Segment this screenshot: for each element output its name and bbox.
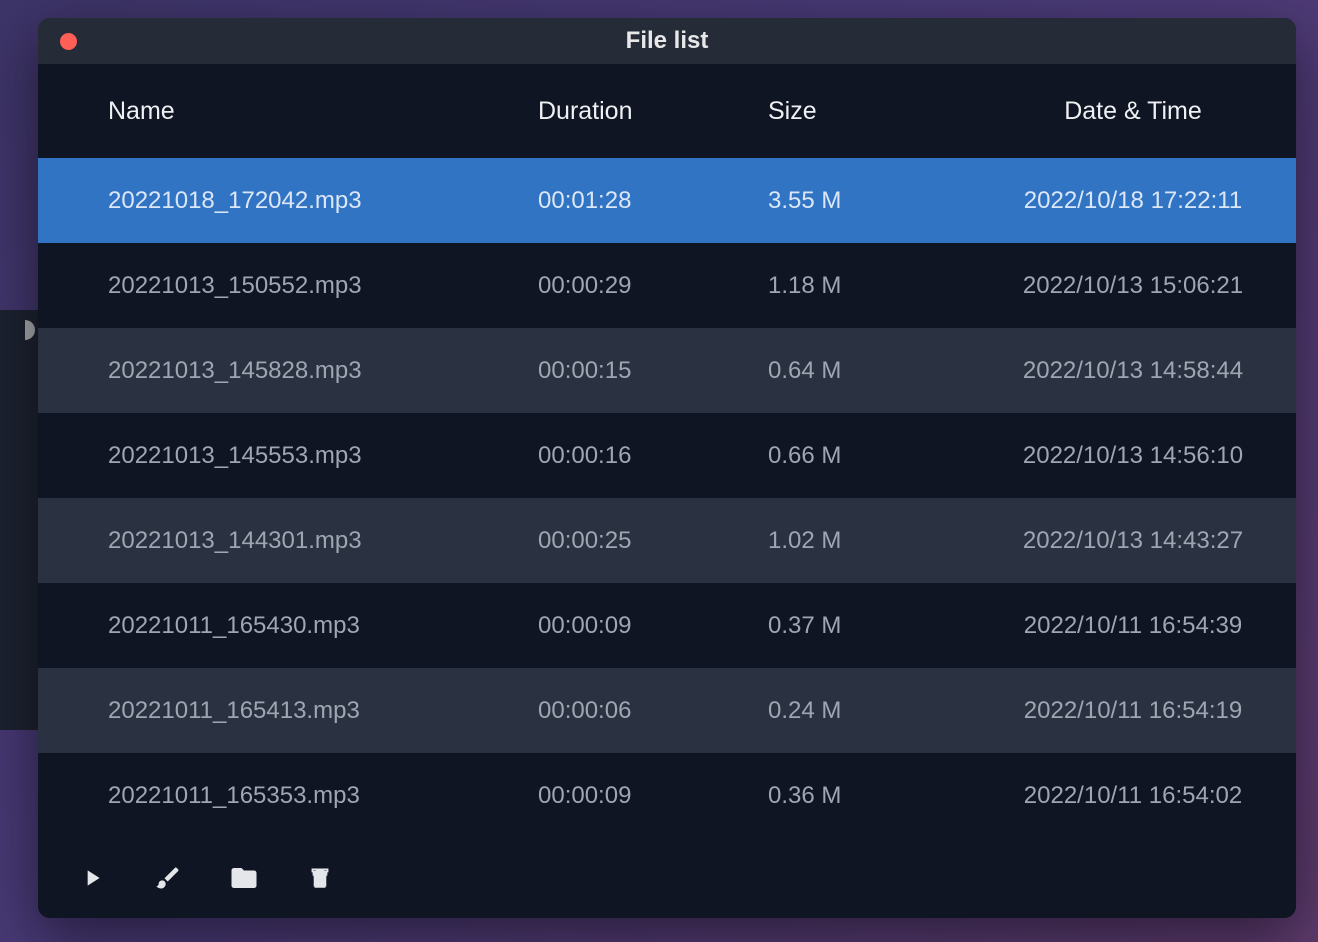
cell-datetime: 2022/10/11 16:54:19 bbox=[998, 697, 1268, 725]
cell-duration: 00:00:09 bbox=[538, 782, 768, 810]
trash-icon bbox=[307, 865, 333, 896]
cell-size: 0.64 M bbox=[768, 357, 998, 385]
table-row[interactable]: 20221011_165413.mp300:00:060.24 M2022/10… bbox=[38, 668, 1296, 753]
cell-duration: 00:00:16 bbox=[538, 442, 768, 470]
table-row[interactable]: 20221013_145553.mp300:00:160.66 M2022/10… bbox=[38, 413, 1296, 498]
cell-duration: 00:00:06 bbox=[538, 697, 768, 725]
cell-name: 20221013_144301.mp3 bbox=[108, 527, 538, 555]
file-list-window: File list Name Duration Size Date & Time… bbox=[38, 18, 1296, 918]
table-row[interactable]: 20221018_172042.mp300:01:283.55 M2022/10… bbox=[38, 158, 1296, 243]
table-body: 20221018_172042.mp300:01:283.55 M2022/10… bbox=[38, 158, 1296, 838]
cell-datetime: 2022/10/13 14:43:27 bbox=[998, 527, 1268, 555]
column-header-name[interactable]: Name bbox=[108, 97, 538, 126]
cell-datetime: 2022/10/11 16:54:02 bbox=[998, 782, 1268, 810]
play-button[interactable] bbox=[74, 862, 110, 898]
column-header-size[interactable]: Size bbox=[768, 97, 998, 126]
cell-datetime: 2022/10/18 17:22:11 bbox=[998, 187, 1268, 215]
cell-name: 20221011_165430.mp3 bbox=[108, 612, 538, 640]
cell-size: 3.55 M bbox=[768, 187, 998, 215]
cell-size: 1.02 M bbox=[768, 527, 998, 555]
cell-datetime: 2022/10/13 14:58:44 bbox=[998, 357, 1268, 385]
cell-datetime: 2022/10/13 15:06:21 bbox=[998, 272, 1268, 300]
delete-button[interactable] bbox=[302, 862, 338, 898]
open-folder-button[interactable] bbox=[226, 862, 262, 898]
cell-duration: 00:00:15 bbox=[538, 357, 768, 385]
table-row[interactable]: 20221013_144301.mp300:00:251.02 M2022/10… bbox=[38, 498, 1296, 583]
cell-size: 1.18 M bbox=[768, 272, 998, 300]
cell-size: 0.36 M bbox=[768, 782, 998, 810]
cell-size: 0.24 M bbox=[768, 697, 998, 725]
cell-name: 20221013_145828.mp3 bbox=[108, 357, 538, 385]
background-window bbox=[0, 310, 40, 730]
cell-datetime: 2022/10/11 16:54:39 bbox=[998, 612, 1268, 640]
cell-duration: 00:00:09 bbox=[538, 612, 768, 640]
window-title: File list bbox=[38, 27, 1296, 55]
cell-size: 0.66 M bbox=[768, 442, 998, 470]
cell-size: 0.37 M bbox=[768, 612, 998, 640]
cell-duration: 00:00:29 bbox=[538, 272, 768, 300]
cell-duration: 00:00:25 bbox=[538, 527, 768, 555]
column-header-datetime[interactable]: Date & Time bbox=[998, 97, 1268, 126]
cell-name: 20221013_145553.mp3 bbox=[108, 442, 538, 470]
toolbar bbox=[38, 842, 1296, 918]
cell-name: 20221018_172042.mp3 bbox=[108, 187, 538, 215]
cell-name: 20221011_165353.mp3 bbox=[108, 782, 538, 810]
folder-icon bbox=[229, 863, 259, 898]
play-icon bbox=[79, 865, 105, 896]
table-row[interactable]: 20221013_150552.mp300:00:291.18 M2022/10… bbox=[38, 243, 1296, 328]
titlebar: File list bbox=[38, 18, 1296, 64]
table-row[interactable]: 20221013_145828.mp300:00:150.64 M2022/10… bbox=[38, 328, 1296, 413]
edit-button[interactable] bbox=[150, 862, 186, 898]
table-row[interactable]: 20221011_165430.mp300:00:090.37 M2022/10… bbox=[38, 583, 1296, 668]
cell-duration: 00:01:28 bbox=[538, 187, 768, 215]
table-row[interactable]: 20221011_165353.mp300:00:090.36 M2022/10… bbox=[38, 753, 1296, 838]
column-header-duration[interactable]: Duration bbox=[538, 97, 768, 126]
cell-name: 20221011_165413.mp3 bbox=[108, 697, 538, 725]
table-header: Name Duration Size Date & Time bbox=[38, 64, 1296, 158]
cell-name: 20221013_150552.mp3 bbox=[108, 272, 538, 300]
brush-icon bbox=[154, 864, 182, 897]
cell-datetime: 2022/10/13 14:56:10 bbox=[998, 442, 1268, 470]
